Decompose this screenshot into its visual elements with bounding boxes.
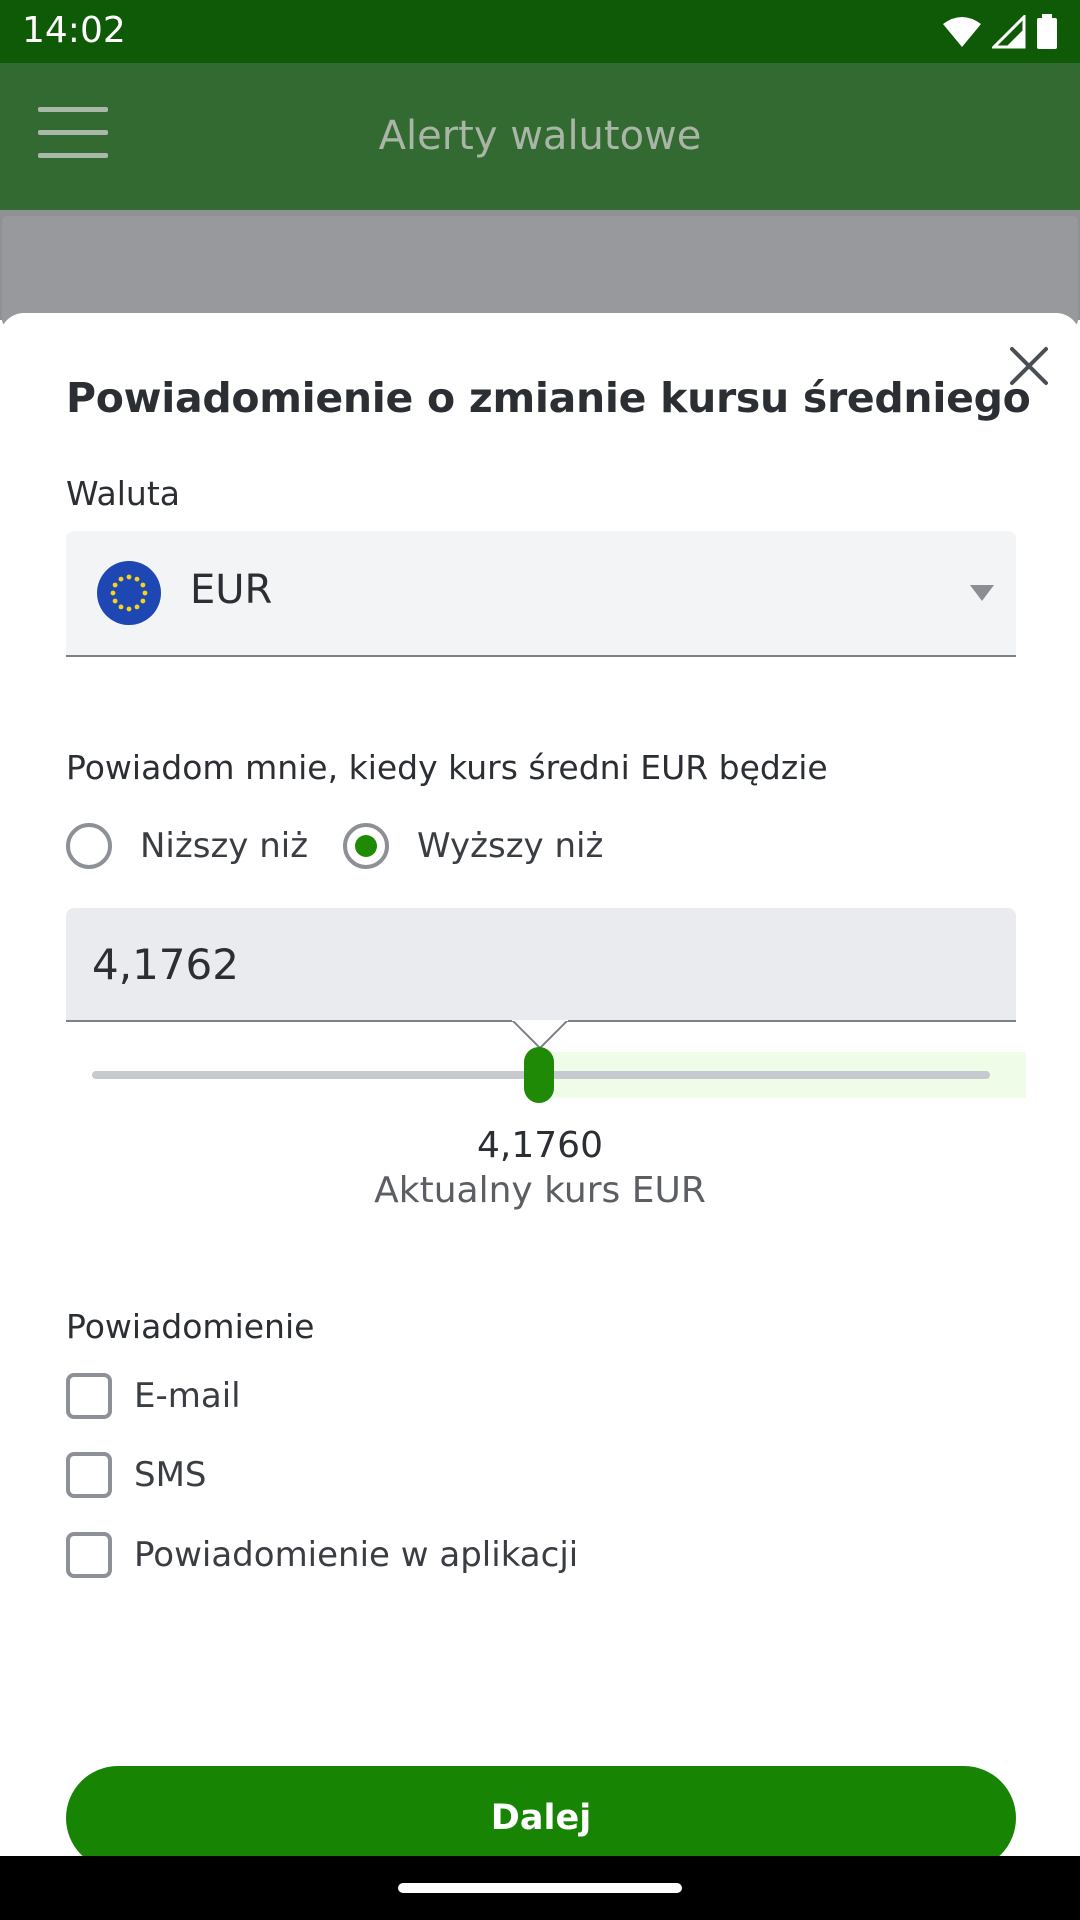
- currency-select[interactable]: EUR: [66, 531, 1016, 657]
- checkbox-in-app-box[interactable]: [66, 1532, 112, 1578]
- radio-lower-label: Niższy niż: [140, 826, 309, 866]
- rate-slider-thumb[interactable]: [524, 1047, 554, 1103]
- header-title: Alerty walutowe: [378, 113, 702, 159]
- checkbox-email[interactable]: E-mail: [66, 1372, 241, 1420]
- checkbox-in-app[interactable]: Powiadomienie w aplikacji: [66, 1531, 578, 1579]
- eu-flag-icon: [97, 561, 161, 625]
- current-rate-value: 4,1760: [477, 1125, 603, 1166]
- status-icons: [942, 12, 1058, 52]
- battery-icon: [1037, 14, 1057, 49]
- currency-value: EUR: [190, 567, 273, 613]
- background-card: [2, 216, 1078, 326]
- app-header: Alerty walutowe: [0, 63, 1080, 210]
- checkbox-email-box[interactable]: [66, 1373, 112, 1419]
- dropdown-arrow-icon: [970, 585, 994, 601]
- threshold-value: 4,1762: [92, 940, 239, 989]
- slider-pointer-icon: [512, 1020, 568, 1048]
- current-rate-label: Aktualny kurs EUR: [374, 1170, 706, 1211]
- radio-lower[interactable]: Niższy niż: [66, 818, 308, 874]
- status-bar: 14:02: [0, 0, 1080, 63]
- threshold-input[interactable]: 4,1762: [66, 908, 1016, 1022]
- home-indicator[interactable]: [398, 1883, 682, 1893]
- checkbox-email-label: E-mail: [134, 1376, 241, 1416]
- checkbox-sms[interactable]: SMS: [66, 1451, 207, 1499]
- currency-label: Waluta: [66, 474, 180, 513]
- signal-icon: [992, 15, 1026, 49]
- wifi-icon: [943, 17, 981, 47]
- radio-lower-circle[interactable]: [66, 823, 112, 869]
- notification-label: Powiadomienie: [66, 1307, 315, 1346]
- radio-higher-circle[interactable]: [343, 823, 389, 869]
- next-button[interactable]: Dalej: [66, 1766, 1016, 1870]
- dialog-title: Powiadomienie o zmianie kursu średniego: [66, 374, 1031, 422]
- condition-label: Powiadom mnie, kiedy kurs średni EUR będ…: [66, 748, 828, 787]
- checkbox-sms-box[interactable]: [66, 1452, 112, 1498]
- status-time: 14:02: [22, 10, 126, 51]
- checkbox-in-app-label: Powiadomienie w aplikacji: [134, 1535, 579, 1575]
- radio-higher[interactable]: Wyższy niż: [343, 818, 603, 874]
- checkbox-sms-label: SMS: [134, 1455, 207, 1495]
- radio-higher-label: Wyższy niż: [417, 826, 604, 866]
